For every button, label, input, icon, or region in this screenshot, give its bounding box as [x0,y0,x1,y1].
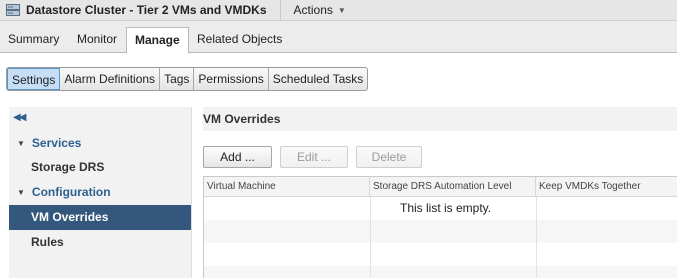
table-header: Virtual Machine Storage DRS Automation L… [204,177,677,197]
actions-label: Actions [293,3,333,17]
table-row [204,266,677,278]
column-divider [536,197,537,278]
expand-triangle-icon: ▼ [17,139,25,148]
expand-triangle-icon: ▼ [17,188,25,197]
column-header-storage-drs-automation-level[interactable]: Storage DRS Automation Level [370,177,536,197]
tab-summary[interactable]: Summary [0,27,67,53]
empty-list-message: This list is empty. [400,201,492,215]
collapse-panel-icon[interactable]: ◀◀ [13,112,26,123]
nav-section-label: Configuration [31,185,111,199]
main-tab-bar: Summary Monitor Manage Related Objects [0,21,677,54]
nav-section-label: Services [31,136,82,150]
vm-overrides-table: Virtual Machine Storage DRS Automation L… [203,176,677,278]
vm-overrides-panel: VM Overrides Add ... Edit ... Delete Vir… [203,107,677,278]
toolbar: Add ... Edit ... Delete [203,146,430,168]
table-row [204,243,677,266]
edit-button[interactable]: Edit ... [280,146,348,168]
subtab-permissions[interactable]: Permissions [194,68,269,90]
tab-monitor[interactable]: Monitor [69,27,125,53]
sub-tab-bar: Settings Alarm Definitions Tags Permissi… [6,67,369,91]
column-divider [370,197,371,278]
title-divider [279,0,281,21]
settings-nav-panel: ◀◀ ▼ Services Storage DRS ▼ Configuration … [9,107,192,278]
nav-item-vm-overrides[interactable]: VM Overrides [9,205,191,230]
nav-section-configuration[interactable]: ▼ Configuration [17,185,111,199]
datastore-cluster-icon [6,4,20,16]
title-bar: Datastore Cluster - Tier 2 VMs and VMDKs… [0,0,677,21]
subtab-scheduled-tasks[interactable]: Scheduled Tasks [269,68,368,90]
nav-section-services[interactable]: ▼ Services [17,136,81,150]
object-title: Datastore Cluster - Tier 2 VMs and VMDKs [26,3,267,17]
tab-manage[interactable]: Manage [126,27,189,54]
subtab-alarm-definitions[interactable]: Alarm Definitions [60,68,161,90]
subtab-settings[interactable]: Settings [7,68,61,90]
tab-related-objects[interactable]: Related Objects [189,27,290,53]
column-header-keep-vmdks-together[interactable]: Keep VMDKs Together [536,177,677,197]
column-header-virtual-machine[interactable]: Virtual Machine [204,177,370,197]
panel-title: VM Overrides [203,107,677,131]
actions-menu-button[interactable]: Actions ▼ [294,3,346,17]
nav-item-storage-drs[interactable]: Storage DRS [9,155,191,180]
subtab-tags[interactable]: Tags [160,68,195,90]
chevron-down-icon: ▼ [337,5,346,15]
table-row [204,220,677,243]
nav-item-rules[interactable]: Rules [9,230,191,255]
add-button[interactable]: Add ... [203,146,272,168]
delete-button[interactable]: Delete [356,146,422,168]
